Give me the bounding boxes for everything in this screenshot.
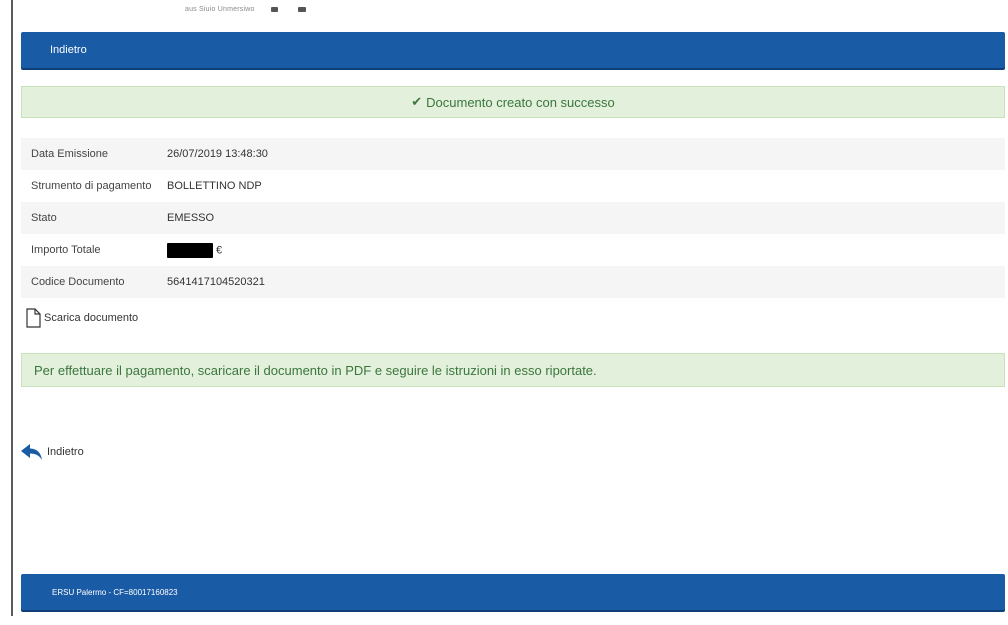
document-icon xyxy=(26,308,41,328)
detail-value: 5641417104520321 xyxy=(167,276,265,288)
reply-arrow-icon xyxy=(21,444,42,460)
detail-label: Data Emissione xyxy=(31,148,109,160)
check-icon: ✔ xyxy=(411,94,423,109)
detail-row-data-emissione: Data Emissione 26/07/2019 13:48:30 xyxy=(21,138,1005,170)
download-document-link[interactable]: Scarica documento xyxy=(24,308,138,328)
redaction-block xyxy=(167,242,213,258)
detail-row-codice: Codice Documento 5641417104520321 xyxy=(21,266,1005,298)
footer-bar: ERSU Palermo - CF=80017160823 xyxy=(21,574,1005,610)
detail-label: Importo Totale xyxy=(31,244,101,256)
document-details: Data Emissione 26/07/2019 13:48:30 Strum… xyxy=(21,138,1005,298)
download-label: Scarica documento xyxy=(44,312,139,324)
detail-value: € xyxy=(167,242,223,258)
cropped-icon xyxy=(297,6,306,12)
detail-label: Strumento di pagamento xyxy=(31,180,152,192)
page: aus Siuio Unmersiwo Indietro ✔ Documento… xyxy=(0,0,1008,625)
cropped-text: aus Siuio Unmersiwo xyxy=(185,6,255,13)
detail-label: Stato xyxy=(31,212,57,224)
payment-info-alert: Per effettuare il pagamento, scaricare i… xyxy=(21,353,1005,387)
detail-value: 26/07/2019 13:48:30 xyxy=(167,148,268,160)
top-cropped-text: aus Siuio Unmersiwo xyxy=(185,6,306,13)
detail-value: EMESSO xyxy=(167,212,215,224)
footer-text: ERSU Palermo - CF=80017160823 xyxy=(52,587,178,597)
currency-symbol: € xyxy=(216,243,223,256)
detail-row-strumento: Strumento di pagamento BOLLETTINO NDP xyxy=(21,170,1005,202)
success-alert: ✔ Documento creato con successo xyxy=(21,86,1005,118)
info-message: Per effettuare il pagamento, scaricare i… xyxy=(34,362,597,378)
detail-label: Codice Documento xyxy=(31,276,125,288)
header-bar: Indietro xyxy=(21,32,1005,68)
header-back-link[interactable]: Indietro xyxy=(50,44,87,56)
back-link[interactable]: Indietro xyxy=(20,443,84,461)
detail-row-stato: Stato EMESSO xyxy=(21,202,1005,234)
cropped-icon xyxy=(270,6,278,12)
success-message: Documento creato con successo xyxy=(426,94,615,110)
detail-value: BOLLETTINO NDP xyxy=(167,180,262,192)
back-link-label: Indietro xyxy=(47,446,84,458)
left-border xyxy=(11,0,13,616)
detail-row-importo: Importo Totale € xyxy=(21,234,1005,266)
